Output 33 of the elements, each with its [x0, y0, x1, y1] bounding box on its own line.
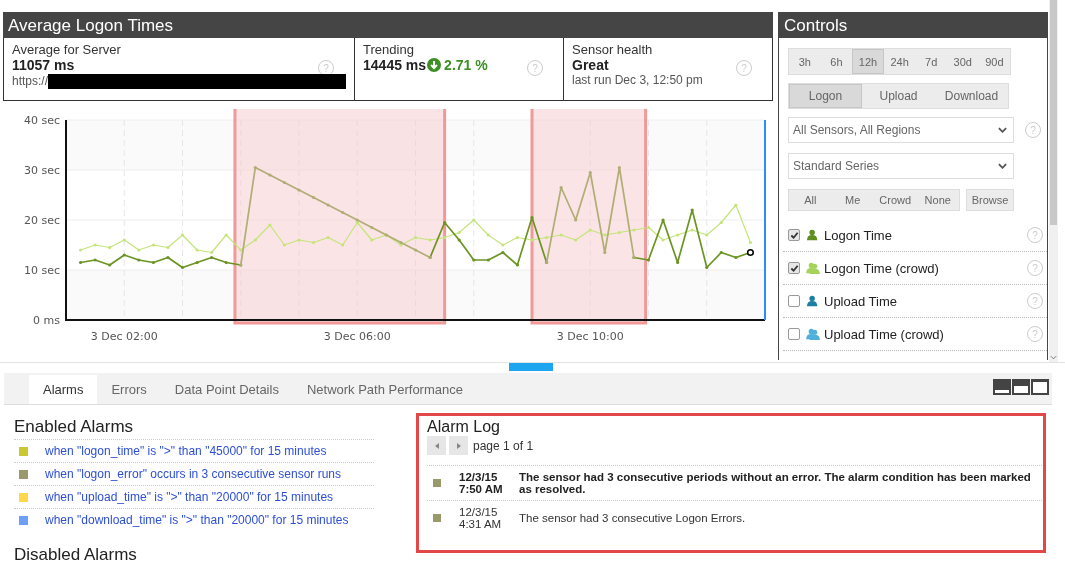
x-tick-label: 3 Dec 06:00 — [323, 330, 391, 343]
stat-label: Average for Server — [12, 42, 121, 57]
log-time: 4:31 AM — [459, 518, 503, 530]
y-tick-label: 40 sec — [23, 114, 60, 127]
log-message: The sensor had 3 consecutive periods without an error. The alarm condition has been marked as resolved. — [519, 471, 1032, 495]
stat-value: 11057 ms — [12, 57, 75, 73]
y-tick-label: 30 sec — [23, 164, 60, 177]
stat-value: Great — [572, 57, 609, 73]
stat-subtext: last run Dec 3, 12:50 pm — [572, 73, 703, 87]
panel-title: Average Logon Times — [3, 12, 773, 38]
log-message: The sensor had 3 consecutive Logon Errors. — [519, 512, 747, 524]
section-heading: Alarm Log — [427, 418, 500, 436]
series-label: Upload Time (crowd) — [824, 326, 945, 342]
x-tick-label: 3 Dec 02:00 — [90, 330, 158, 343]
y-tick-label: 0 ms — [33, 314, 60, 327]
y-tick-label: 10 sec — [23, 264, 60, 277]
panel-title: Controls — [779, 12, 1047, 38]
stat-subtext: https:// — [12, 74, 49, 88]
log-date: 12/3/15 — [459, 506, 499, 518]
x-tick-label: 3 Dec 10:00 — [556, 330, 624, 343]
section-heading: Disabled Alarms — [14, 545, 138, 565]
trend-percent: 2.71 % — [444, 57, 488, 73]
stat-value: 14445 ms — [363, 57, 427, 73]
series-label: Logon Time (crowd) — [824, 260, 940, 276]
y-tick-label: 20 sec — [23, 214, 60, 227]
stat-label: Sensor health — [572, 42, 653, 57]
log-date: 12/3/15 — [459, 471, 499, 483]
log-time: 7:50 AM — [459, 483, 504, 495]
page-indicator: page 1 of 1 — [473, 438, 534, 453]
series-label: Logon Time — [824, 227, 893, 243]
stat-label: Trending — [363, 42, 414, 57]
section-heading: Enabled Alarms — [14, 417, 135, 437]
series-label: Upload Time — [824, 293, 898, 309]
